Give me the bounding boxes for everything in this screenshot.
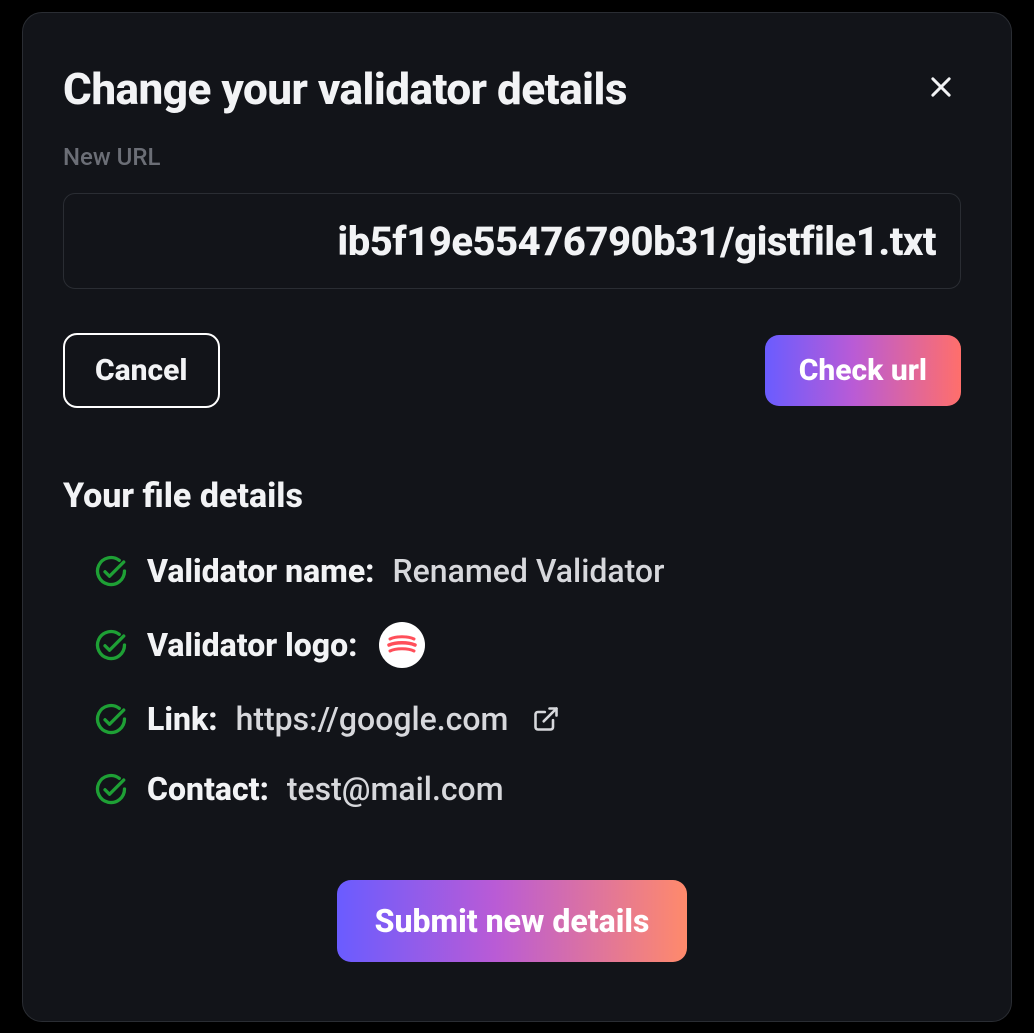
- validator-logo-label: Validator logo:: [147, 626, 357, 664]
- file-details-list: Validator name: Renamed Validator Valida…: [63, 552, 961, 808]
- close-icon: [927, 73, 955, 105]
- url-input[interactable]: [63, 193, 961, 289]
- modal-title: Change your validator details: [63, 63, 627, 115]
- submit-row: Submit new details: [63, 880, 961, 962]
- external-link-icon[interactable]: [532, 705, 560, 733]
- link-label: Link:: [147, 700, 218, 738]
- check-circle-icon: [93, 771, 129, 807]
- modal-backdrop: Change your validator details New URL Ca…: [0, 0, 1034, 1033]
- detail-row-contact: Contact: test@mail.com: [93, 770, 961, 808]
- change-validator-modal: Change your validator details New URL Ca…: [22, 12, 1012, 1022]
- link-value[interactable]: https://google.com: [236, 700, 509, 738]
- close-button[interactable]: [921, 69, 961, 109]
- contact-value: test@mail.com: [287, 770, 504, 808]
- validator-name-value: Renamed Validator: [393, 552, 665, 590]
- check-circle-icon: [93, 553, 129, 589]
- url-field-label: New URL: [63, 143, 961, 171]
- validator-name-label: Validator name:: [147, 552, 375, 590]
- check-url-button[interactable]: Check url: [765, 335, 961, 406]
- check-circle-icon: [93, 627, 129, 663]
- submit-button[interactable]: Submit new details: [337, 880, 688, 962]
- detail-row-name: Validator name: Renamed Validator: [93, 552, 961, 590]
- modal-header: Change your validator details: [63, 63, 961, 115]
- check-circle-icon: [93, 701, 129, 737]
- validator-logo-image: [379, 622, 425, 668]
- cancel-button[interactable]: Cancel: [63, 333, 220, 408]
- url-button-row: Cancel Check url: [63, 333, 961, 408]
- detail-row-logo: Validator logo:: [93, 622, 961, 668]
- file-details-heading: Your file details: [63, 476, 961, 516]
- contact-label: Contact:: [147, 770, 269, 808]
- detail-row-link: Link: https://google.com: [93, 700, 961, 738]
